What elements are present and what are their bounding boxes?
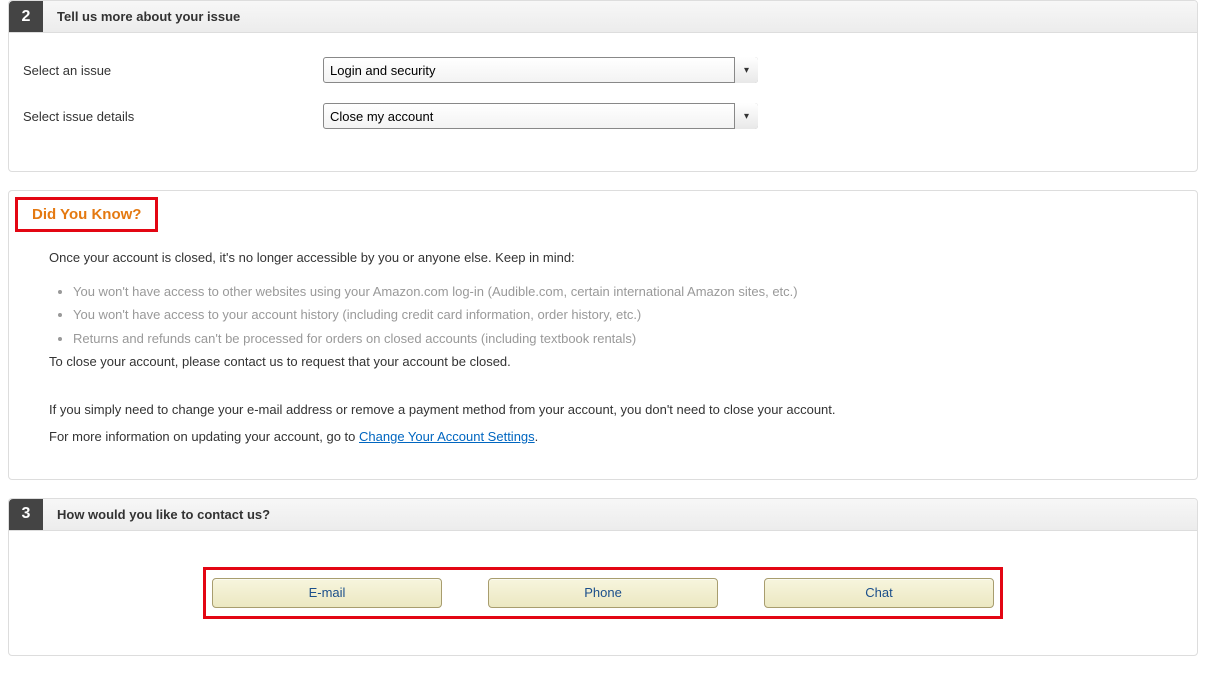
step-3-section: 3 How would you like to contact us? E-ma… xyxy=(8,498,1198,656)
phone-button[interactable]: Phone xyxy=(488,578,718,608)
dyk-close-line: To close your account, please contact us… xyxy=(49,352,1157,372)
step-3-body: E-mail Phone Chat xyxy=(9,531,1197,655)
did-you-know-box: Did You Know? Once your account is close… xyxy=(8,190,1198,480)
did-you-know-heading: Did You Know? xyxy=(32,206,141,223)
step-2-number: 2 xyxy=(9,1,43,32)
change-account-settings-link[interactable]: Change Your Account Settings xyxy=(359,429,535,444)
step-2-title: Tell us more about your issue xyxy=(43,1,254,32)
contact-options-frame: E-mail Phone Chat xyxy=(203,567,1003,619)
email-button[interactable]: E-mail xyxy=(212,578,442,608)
did-you-know-content: Once your account is closed, it's no lon… xyxy=(9,232,1197,447)
step-3-title: How would you like to contact us? xyxy=(43,499,284,530)
issue-select[interactable]: Login and security xyxy=(323,57,758,83)
chat-button[interactable]: Chat xyxy=(764,578,994,608)
issue-select-wrap: Login and security ▾ xyxy=(323,57,758,83)
issue-details-label: Select issue details xyxy=(23,109,323,124)
issue-details-row: Select issue details Close my account ▾ xyxy=(23,103,1183,129)
dyk-bullet: Returns and refunds can't be processed f… xyxy=(73,329,1157,349)
issue-row: Select an issue Login and security ▾ xyxy=(23,57,1183,83)
dyk-bullet: You won't have access to other websites … xyxy=(73,282,1157,302)
issue-details-select[interactable]: Close my account xyxy=(323,103,758,129)
dyk-bullet-list: You won't have access to other websites … xyxy=(49,282,1157,349)
dyk-more-info-suffix: . xyxy=(535,429,539,444)
step-3-number: 3 xyxy=(9,499,43,530)
dyk-more-info-prefix: For more information on updating your ac… xyxy=(49,429,359,444)
step-2-header: 2 Tell us more about your issue xyxy=(9,1,1197,33)
dyk-more-info-line: For more information on updating your ac… xyxy=(49,427,1157,447)
did-you-know-badge: Did You Know? xyxy=(15,197,158,232)
issue-details-select-wrap: Close my account ▾ xyxy=(323,103,758,129)
issue-label: Select an issue xyxy=(23,63,323,78)
dyk-change-line: If you simply need to change your e-mail… xyxy=(49,400,1157,420)
step-2-section: 2 Tell us more about your issue Select a… xyxy=(8,0,1198,172)
step-3-header: 3 How would you like to contact us? xyxy=(9,499,1197,531)
dyk-intro: Once your account is closed, it's no lon… xyxy=(49,248,1157,268)
dyk-bullet: You won't have access to your account hi… xyxy=(73,305,1157,325)
step-2-body: Select an issue Login and security ▾ Sel… xyxy=(9,33,1197,171)
